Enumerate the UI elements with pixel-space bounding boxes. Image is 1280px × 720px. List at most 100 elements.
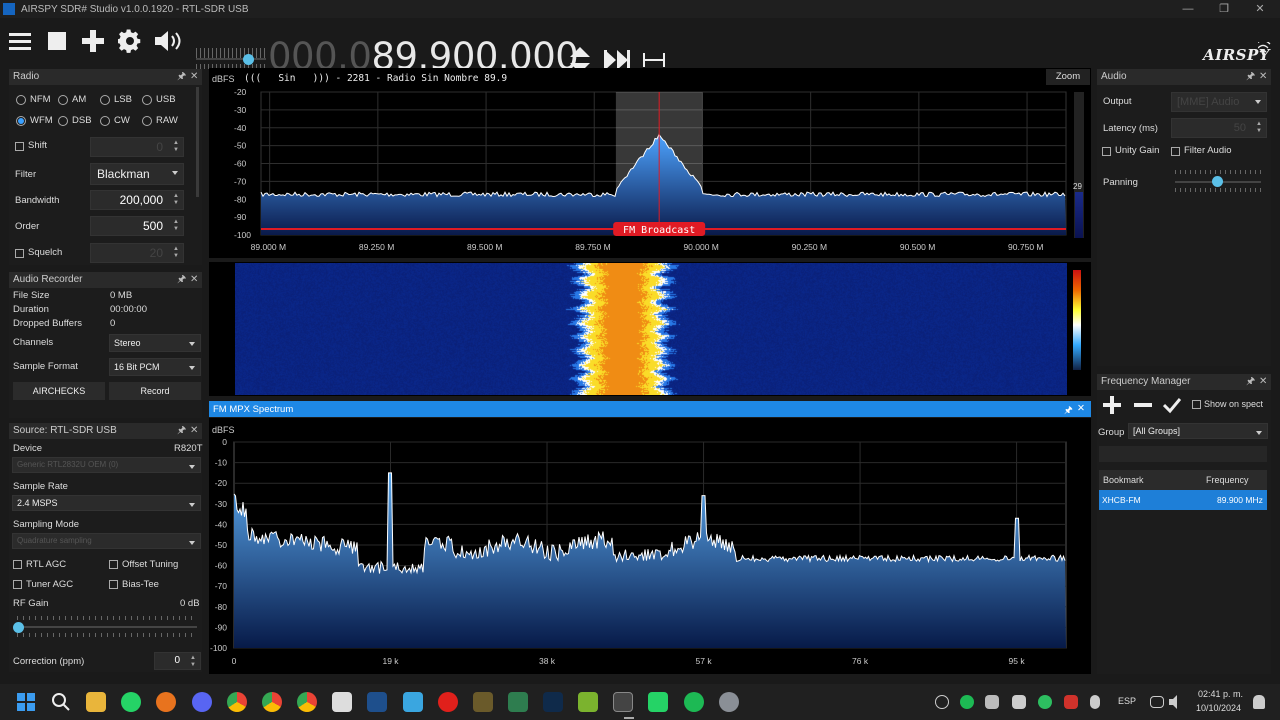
- network-icon[interactable]: [1150, 696, 1164, 708]
- correction-field[interactable]: 0 ▲ ▼: [154, 652, 201, 670]
- shift-field[interactable]: 0 ▲ ▼: [90, 137, 184, 157]
- spectrum-plot[interactable]: -20 -30 -40 -50 -60 -70 -80 -90 -10089.000 M 89.2…: [209, 68, 1091, 258]
- stack-app-icon[interactable]: [578, 692, 598, 712]
- close-icon[interactable]: ✕: [1259, 69, 1267, 85]
- close-icon[interactable]: ✕: [190, 272, 198, 288]
- close-icon[interactable]: ✕: [190, 423, 198, 439]
- add-icon[interactable]: [79, 26, 107, 56]
- group-select[interactable]: [All Groups]: [1128, 423, 1268, 439]
- clock-date[interactable]: 10/10/2024: [1196, 703, 1241, 713]
- squelch-spinner[interactable]: ▲ ▼: [172, 246, 180, 260]
- volume-thumb[interactable]: [243, 54, 254, 65]
- close-icon[interactable]: ✕: [190, 69, 198, 85]
- maximize-button[interactable]: ❐: [1206, 0, 1242, 18]
- correction-spinner[interactable]: ▲ ▼: [189, 655, 197, 669]
- pin-icon[interactable]: 🖈: [1246, 374, 1255, 390]
- app-icon-orange[interactable]: [156, 692, 176, 712]
- chrome-icon-3[interactable]: [297, 692, 317, 712]
- pin-icon[interactable]: 🖈: [1064, 403, 1073, 419]
- bandwidth-field[interactable]: 200,000 ▲ ▼: [90, 190, 184, 210]
- language-indicator[interactable]: ESP: [1118, 696, 1136, 706]
- speaker-icon[interactable]: [152, 26, 184, 56]
- volume-icon[interactable]: [1168, 694, 1184, 710]
- spotify-icon[interactable]: [684, 692, 704, 712]
- pin-icon[interactable]: 🖈: [1246, 69, 1255, 85]
- tray-icon-5[interactable]: [1038, 695, 1052, 709]
- settings-gear-icon[interactable]: [719, 692, 739, 712]
- latency-spinner[interactable]: ▲ ▼: [1255, 121, 1263, 135]
- notification-bell-icon[interactable]: [1253, 695, 1265, 709]
- device-select[interactable]: Generic RTL2832U OEM (0): [12, 457, 201, 473]
- shift-checkbox[interactable]: [15, 142, 24, 151]
- discord-icon[interactable]: [192, 692, 212, 712]
- volume-slider[interactable]: [196, 58, 266, 60]
- document-icon[interactable]: [332, 692, 352, 712]
- mode-radio-nfm[interactable]: [16, 95, 26, 105]
- close-icon[interactable]: ✕: [1077, 403, 1085, 414]
- rf-gain-slider[interactable]: [17, 626, 197, 628]
- mode-radio-dsb[interactable]: [58, 116, 68, 126]
- shift-spinner[interactable]: ▲ ▼: [172, 140, 180, 154]
- windows-start-icon[interactable]: [16, 692, 36, 712]
- bandwidth-spinner[interactable]: ▲ ▼: [172, 193, 180, 207]
- search-input[interactable]: [1099, 446, 1267, 462]
- tray-icon-3[interactable]: [985, 695, 999, 709]
- output-select[interactable]: [MME] Audio: [1171, 92, 1267, 112]
- star-app-icon[interactable]: [473, 692, 493, 712]
- pin-icon[interactable]: 🖈: [177, 69, 186, 85]
- tray-discord-icon[interactable]: [1012, 695, 1026, 709]
- tray-spotify-icon[interactable]: [960, 695, 974, 709]
- waterfall[interactable]: [209, 262, 1091, 396]
- tray-icon-1[interactable]: [935, 695, 949, 709]
- add-bookmark-icon[interactable]: [1103, 396, 1121, 414]
- chrome-icon-2[interactable]: [262, 692, 282, 712]
- search-icon[interactable]: [51, 692, 71, 712]
- mode-radio-usb[interactable]: [142, 95, 152, 105]
- record-button[interactable]: Record: [109, 382, 201, 400]
- chrome-icon[interactable]: [227, 692, 247, 712]
- check-icon[interactable]: [1163, 396, 1181, 414]
- col-frequency[interactable]: Frequency: [1206, 475, 1249, 485]
- close-button[interactable]: ✕: [1242, 0, 1278, 18]
- rtl-agc-checkbox[interactable]: [13, 560, 22, 569]
- span-icon[interactable]: [643, 52, 665, 68]
- table-row[interactable]: XHCB-FM 89.900 MHz: [1099, 490, 1267, 510]
- latency-field[interactable]: 50 ▲ ▼: [1171, 118, 1267, 138]
- pin-icon[interactable]: 🖈: [177, 423, 186, 439]
- clock-time[interactable]: 02:41 p. m.: [1198, 689, 1243, 699]
- gear-icon[interactable]: [116, 26, 144, 56]
- spectrum-analyzer[interactable]: -20 -30 -40 -50 -60 -70 -80 -90 -100 89.000 M 89.2…: [209, 68, 1091, 258]
- channels-select[interactable]: Stereo: [109, 334, 201, 352]
- filter-audio-checkbox[interactable]: [1171, 147, 1180, 156]
- minimize-button[interactable]: —: [1170, 0, 1206, 18]
- close-icon[interactable]: ✕: [1259, 374, 1267, 390]
- remove-bookmark-icon[interactable]: [1134, 396, 1152, 414]
- order-field[interactable]: 500 ▲ ▼: [90, 216, 184, 236]
- filter-select[interactable]: Blackman: [90, 163, 184, 185]
- mode-radio-am[interactable]: [58, 95, 68, 105]
- col-bookmark[interactable]: Bookmark: [1103, 475, 1144, 485]
- sampling-mode-select[interactable]: Quadrature sampling: [12, 533, 201, 549]
- notepad-icon[interactable]: [403, 692, 423, 712]
- mode-radio-lsb[interactable]: [100, 95, 110, 105]
- file-explorer-icon[interactable]: [86, 692, 106, 712]
- arrow-app-icon[interactable]: [508, 692, 528, 712]
- radio-panel-scrollbar[interactable]: [196, 87, 199, 197]
- unity-gain-checkbox[interactable]: [1102, 147, 1111, 156]
- stop-icon[interactable]: [43, 26, 71, 56]
- squelch-field[interactable]: 20 ▲ ▼: [90, 243, 184, 263]
- monitor-icon[interactable]: [367, 692, 387, 712]
- airchecks-button[interactable]: AIRCHECKS: [13, 382, 105, 400]
- whatsapp-business-icon[interactable]: [648, 692, 668, 712]
- waterfall-canvas[interactable]: [235, 263, 1067, 395]
- mode-radio-cw[interactable]: [100, 116, 110, 126]
- photoshop-icon[interactable]: [543, 692, 563, 712]
- sdr-app-icon[interactable]: [613, 692, 633, 712]
- bias-tee-checkbox[interactable]: [109, 580, 118, 589]
- pin-icon[interactable]: 🖈: [177, 272, 186, 288]
- mode-radio-wfm[interactable]: [16, 116, 26, 126]
- rf-gain-thumb[interactable]: [13, 622, 24, 633]
- mpx-spectrum[interactable]: 0 -10 -20 -30 -40 -50 -60 -70 -80 -90 -100 0 19 k 38 …: [209, 418, 1091, 674]
- tuner-agc-checkbox[interactable]: [13, 580, 22, 589]
- youtube-icon[interactable]: [438, 692, 458, 712]
